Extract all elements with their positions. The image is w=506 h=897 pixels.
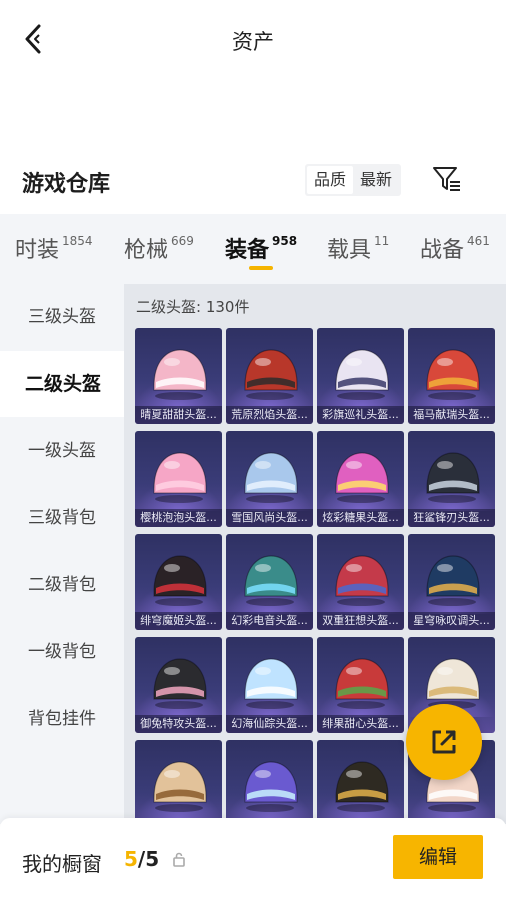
helmet-icon <box>334 761 389 812</box>
helmet-card[interactable]: 绯穹魔姬头盔... <box>135 534 222 630</box>
sidebar-item-level1-helmet[interactable]: 一级头盔 <box>0 418 124 484</box>
share-icon <box>432 730 456 754</box>
helmet-icon <box>152 349 207 400</box>
tab-equipment[interactable]: 装备 958 <box>225 232 297 264</box>
helmet-icon <box>334 349 389 400</box>
tab-guns[interactable]: 枪械 669 <box>124 232 194 264</box>
helmet-icon <box>152 555 207 606</box>
helmet-icon <box>334 658 389 709</box>
sidebar: 三级头盔 二级头盔 一级头盔 三级背包 二级背包 一级背包 背包挂件 <box>0 284 126 824</box>
helmet-icon <box>334 555 389 606</box>
helmet-card[interactable] <box>135 740 222 824</box>
card-name: 幻海仙踪头盔... <box>226 715 313 733</box>
share-button[interactable] <box>406 704 482 780</box>
category-tabs: 时装 1854 枪械 669 装备 958 载具 11 战备 461 <box>0 214 506 284</box>
sidebar-item-level2-backpack[interactable]: 二级背包 <box>0 552 124 618</box>
card-name: 荒原烈焰头盔... <box>226 406 313 424</box>
tab-count: 958 <box>272 234 298 248</box>
tab-label: 战备 <box>420 238 465 263</box>
card-name: 绯穹魔姬头盔... <box>135 612 222 630</box>
active-tab-indicator <box>249 266 273 270</box>
helmet-card[interactable]: 双重狂想头盔... <box>317 534 404 630</box>
lock-icon <box>173 852 185 867</box>
card-name: 樱桃泡泡头盔... <box>135 509 222 527</box>
edit-button[interactable]: 编辑 <box>393 835 483 879</box>
sort-newest-button[interactable]: 最新 <box>353 166 399 194</box>
showcase-bar: 我的橱窗 5/5 编辑 <box>0 818 506 897</box>
sidebar-item-backpack-charm[interactable]: 背包挂件 <box>0 686 124 752</box>
grid-count-label: 二级头盔: 130件 <box>136 298 250 316</box>
helmet-icon <box>243 555 298 606</box>
card-name: 晴夏甜甜头盔... <box>135 406 222 424</box>
card-name: 绯果甜心头盔... <box>317 715 404 733</box>
filter-icon <box>433 167 460 191</box>
card-name: 御兔特攻头盔... <box>135 715 222 733</box>
tab-fashion[interactable]: 时装 1854 <box>15 232 93 264</box>
helmet-icon <box>152 452 207 503</box>
helmet-card[interactable]: 晴夏甜甜头盔... <box>135 328 222 424</box>
tab-label: 时装 <box>15 238 60 263</box>
helmet-icon <box>243 658 298 709</box>
card-name: 雪国风尚头盔... <box>226 509 313 527</box>
helmet-icon <box>425 555 480 606</box>
helmet-card[interactable]: 绯果甜心头盔... <box>317 637 404 733</box>
card-name: 狂鲨锋刃头盔... <box>408 509 495 527</box>
card-name: 双重狂想头盔... <box>317 612 404 630</box>
helmet-card[interactable]: 狂鲨锋刃头盔... <box>408 431 495 527</box>
showcase-count-total: 5 <box>145 847 160 871</box>
showcase-count: 5/5 <box>124 847 159 871</box>
showcase-label: 我的橱窗 <box>22 852 102 876</box>
card-name: 福马献瑞头盔... <box>408 406 495 424</box>
helmet-card[interactable]: 樱桃泡泡头盔... <box>135 431 222 527</box>
tab-label: 枪械 <box>124 238 169 263</box>
card-name: 幻彩电音头盔... <box>226 612 313 630</box>
helmet-icon <box>152 658 207 709</box>
tab-count: 461 <box>467 234 490 248</box>
card-name: 星穹咏叹调头... <box>408 612 495 630</box>
tab-label: 装备 <box>225 238 270 263</box>
page-title: 资产 <box>232 30 274 54</box>
sidebar-item-level3-backpack[interactable]: 三级背包 <box>0 485 124 551</box>
helmet-card[interactable]: 御兔特攻头盔... <box>135 637 222 733</box>
sidebar-item-level2-helmet[interactable]: 二级头盔 <box>0 351 126 417</box>
section-title: 游戏仓库 <box>22 172 111 197</box>
section-header: 游戏仓库 品质 最新 <box>0 158 506 204</box>
helmet-icon <box>425 658 480 709</box>
tab-vehicles[interactable]: 载具 11 <box>327 232 389 264</box>
card-name: 炫彩糖果头盔... <box>317 509 404 527</box>
helmet-card[interactable]: 福马献瑞头盔... <box>408 328 495 424</box>
helmet-icon <box>152 761 207 812</box>
tab-count: 669 <box>171 234 194 248</box>
helmet-card[interactable]: 幻海仙踪头盔... <box>226 637 313 733</box>
helmet-icon <box>425 349 480 400</box>
helmet-card[interactable]: 炫彩糖果头盔... <box>317 431 404 527</box>
helmet-icon <box>243 761 298 812</box>
helmet-card[interactable]: 荒原烈焰头盔... <box>226 328 313 424</box>
showcase-count-current: 5 <box>124 847 138 871</box>
helmet-icon <box>334 452 389 503</box>
tab-supplies[interactable]: 战备 461 <box>420 232 490 264</box>
tab-label: 载具 <box>327 238 372 263</box>
helmet-card[interactable]: 彩旗巡礼头盔... <box>317 328 404 424</box>
sort-toggle: 品质 最新 <box>305 164 402 196</box>
helmet-icon <box>243 349 298 400</box>
helmet-card[interactable]: 幻彩电音头盔... <box>226 534 313 630</box>
sidebar-item-level1-backpack[interactable]: 一级背包 <box>0 619 124 685</box>
sidebar-item-level3-helmet[interactable]: 三级头盔 <box>0 284 124 350</box>
helmet-card[interactable]: 雪国风尚头盔... <box>226 431 313 527</box>
filter-button[interactable] <box>430 162 464 196</box>
helmet-card[interactable] <box>317 740 404 824</box>
helmet-icon <box>243 452 298 503</box>
tab-count: 1854 <box>62 234 93 248</box>
top-bar: 资产 <box>0 0 506 80</box>
helmet-icon <box>425 452 480 503</box>
helmet-card[interactable]: 星穹咏叹调头... <box>408 534 495 630</box>
card-name: 彩旗巡礼头盔... <box>317 406 404 424</box>
sort-quality-button[interactable]: 品质 <box>307 166 354 194</box>
tab-count: 11 <box>374 234 390 248</box>
helmet-card[interactable] <box>226 740 313 824</box>
